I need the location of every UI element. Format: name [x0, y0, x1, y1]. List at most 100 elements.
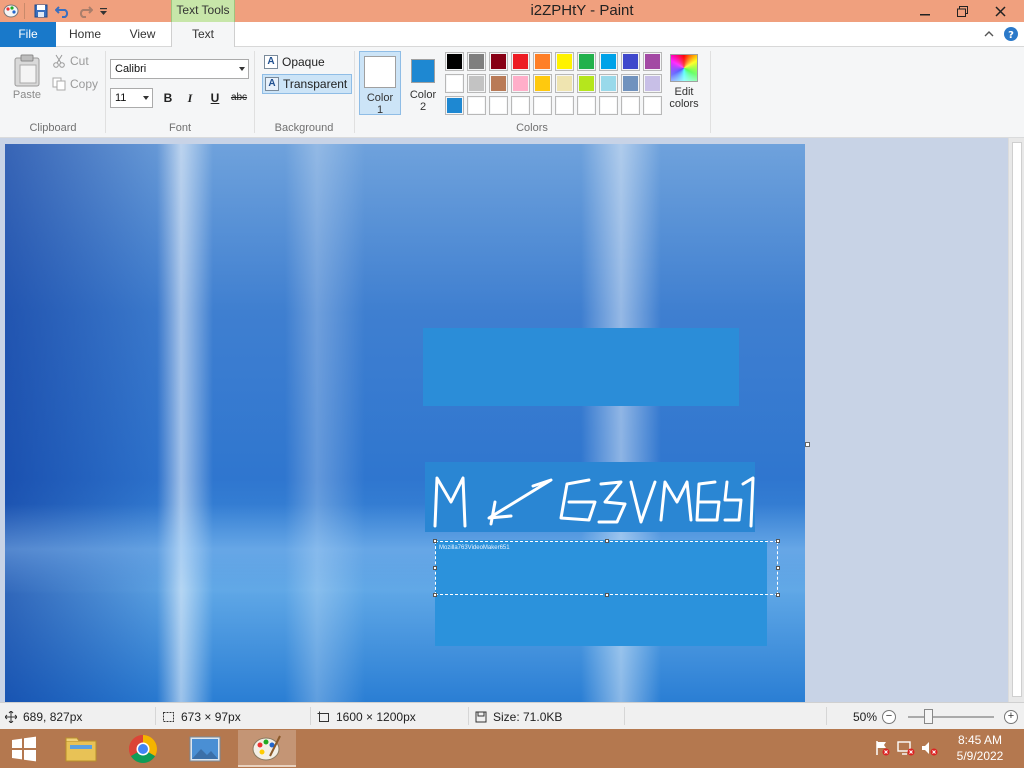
color-swatch[interactable]: [577, 74, 596, 93]
color-swatch-fill: [469, 76, 484, 91]
restore-button[interactable]: [945, 0, 979, 22]
file-size-value: Size: 71.0KB: [493, 709, 563, 724]
color-swatch[interactable]: [621, 96, 640, 115]
underline-button[interactable]: U: [205, 88, 225, 108]
color-swatch[interactable]: [511, 74, 530, 93]
color-swatch[interactable]: [555, 52, 574, 71]
color-swatch[interactable]: [621, 74, 640, 93]
color-swatch-fill: [557, 76, 572, 91]
color1-button[interactable]: Color 1: [359, 51, 401, 116]
color-swatch[interactable]: [533, 96, 552, 115]
color-swatch[interactable]: [599, 74, 618, 93]
zoom-in-button[interactable]: +: [1004, 710, 1018, 724]
color-swatch-fill: [447, 54, 462, 69]
text-input-box[interactable]: Mozilla763VideoMaker651: [433, 539, 780, 597]
color-swatch[interactable]: [577, 52, 596, 71]
color-swatch-fill: [491, 76, 506, 91]
color-swatch[interactable]: [445, 52, 464, 71]
redo-icon[interactable]: [76, 3, 94, 19]
tab-text[interactable]: Text: [171, 22, 235, 48]
color-swatch[interactable]: [643, 52, 662, 71]
resize-handle[interactable]: [605, 593, 609, 597]
resize-handle[interactable]: [776, 593, 780, 597]
start-button[interactable]: [0, 729, 48, 768]
image-canvas[interactable]: Mozilla763VideoMaker651: [5, 144, 805, 702]
color-swatch[interactable]: [643, 74, 662, 93]
color-swatch[interactable]: [599, 96, 618, 115]
resize-handle[interactable]: [433, 593, 437, 597]
taskbar-file-explorer[interactable]: [52, 730, 110, 767]
opaque-button[interactable]: A Opaque: [262, 52, 329, 72]
collapse-ribbon-icon[interactable]: [980, 25, 998, 43]
color-swatch[interactable]: [555, 74, 574, 93]
color-swatch[interactable]: [533, 52, 552, 71]
color-swatch[interactable]: [621, 52, 640, 71]
color-swatch[interactable]: [467, 96, 486, 115]
canvas-resize-handle[interactable]: [805, 442, 810, 447]
color-swatch-fill: [491, 54, 506, 69]
copy-button[interactable]: Copy: [52, 75, 98, 93]
color-swatch-fill: [513, 98, 528, 113]
color-swatch-fill: [513, 76, 528, 91]
action-center-flag-icon[interactable]: [873, 740, 891, 756]
color-swatch[interactable]: [489, 96, 508, 115]
resize-handle[interactable]: [776, 539, 780, 543]
zoom-slider-thumb[interactable]: [924, 709, 933, 724]
tab-file[interactable]: File: [0, 22, 56, 47]
volume-muted-icon[interactable]: [921, 740, 939, 756]
canvas-shade: [5, 144, 185, 702]
edit-colors-label-line1: Edit: [674, 86, 694, 98]
taskbar-photos[interactable]: [176, 730, 234, 767]
cut-button[interactable]: Cut: [52, 52, 89, 70]
taskbar-chrome[interactable]: [114, 730, 172, 767]
undo-icon[interactable]: [54, 3, 72, 19]
taskbar-clock[interactable]: 8:45 AM 5/9/2022: [946, 732, 1014, 764]
color-swatch[interactable]: [511, 96, 530, 115]
resize-handle[interactable]: [433, 566, 437, 570]
color2-button[interactable]: Color 2: [402, 51, 444, 115]
color-swatch[interactable]: [489, 74, 508, 93]
resize-handle[interactable]: [433, 539, 437, 543]
canvas-workspace[interactable]: Mozilla763VideoMaker651: [0, 138, 1008, 702]
tab-home[interactable]: Home: [56, 22, 114, 47]
minimize-button[interactable]: [908, 0, 942, 22]
color-swatch[interactable]: [577, 96, 596, 115]
color-swatch[interactable]: [467, 74, 486, 93]
color-swatch-fill: [623, 98, 638, 113]
customize-toolbar-icon[interactable]: [97, 3, 109, 19]
textbox-content[interactable]: Mozilla763VideoMaker651: [439, 545, 510, 551]
zoom-slider-track[interactable]: [908, 716, 994, 718]
color-swatch[interactable]: [445, 96, 464, 115]
chrome-icon: [129, 734, 157, 763]
color-swatch[interactable]: [555, 96, 574, 115]
color-swatch[interactable]: [445, 74, 464, 93]
paint-app-icon[interactable]: [2, 3, 20, 19]
edit-colors-button[interactable]: Edit colors: [664, 51, 704, 117]
strikethrough-button[interactable]: abc: [228, 88, 250, 108]
paste-button[interactable]: Paste: [8, 53, 46, 105]
bold-button[interactable]: B: [158, 88, 178, 108]
close-button[interactable]: [982, 0, 1018, 22]
color2-label-line1: Color: [409, 89, 437, 101]
color-swatch[interactable]: [599, 52, 618, 71]
color-swatch[interactable]: [643, 96, 662, 115]
italic-button[interactable]: I: [180, 88, 200, 108]
folder-icon: [65, 737, 97, 761]
network-icon[interactable]: [897, 740, 915, 756]
transparent-button[interactable]: A Transparent: [262, 74, 353, 94]
scrollbar-thumb[interactable]: [1012, 142, 1022, 697]
save-icon[interactable]: [32, 3, 50, 19]
help-icon[interactable]: ?: [1002, 25, 1020, 43]
taskbar-paint[interactable]: [238, 730, 296, 767]
color-swatch[interactable]: [533, 74, 552, 93]
color-swatch[interactable]: [467, 52, 486, 71]
zoom-out-button[interactable]: −: [882, 710, 896, 724]
font-family-select[interactable]: Calibri: [110, 59, 249, 79]
font-size-select[interactable]: 11: [110, 88, 153, 108]
resize-handle[interactable]: [776, 566, 780, 570]
color-swatch[interactable]: [489, 52, 508, 71]
vertical-scrollbar[interactable]: [1008, 138, 1024, 702]
color-swatch[interactable]: [511, 52, 530, 71]
tab-view[interactable]: View: [114, 22, 171, 47]
resize-handle[interactable]: [605, 539, 609, 543]
